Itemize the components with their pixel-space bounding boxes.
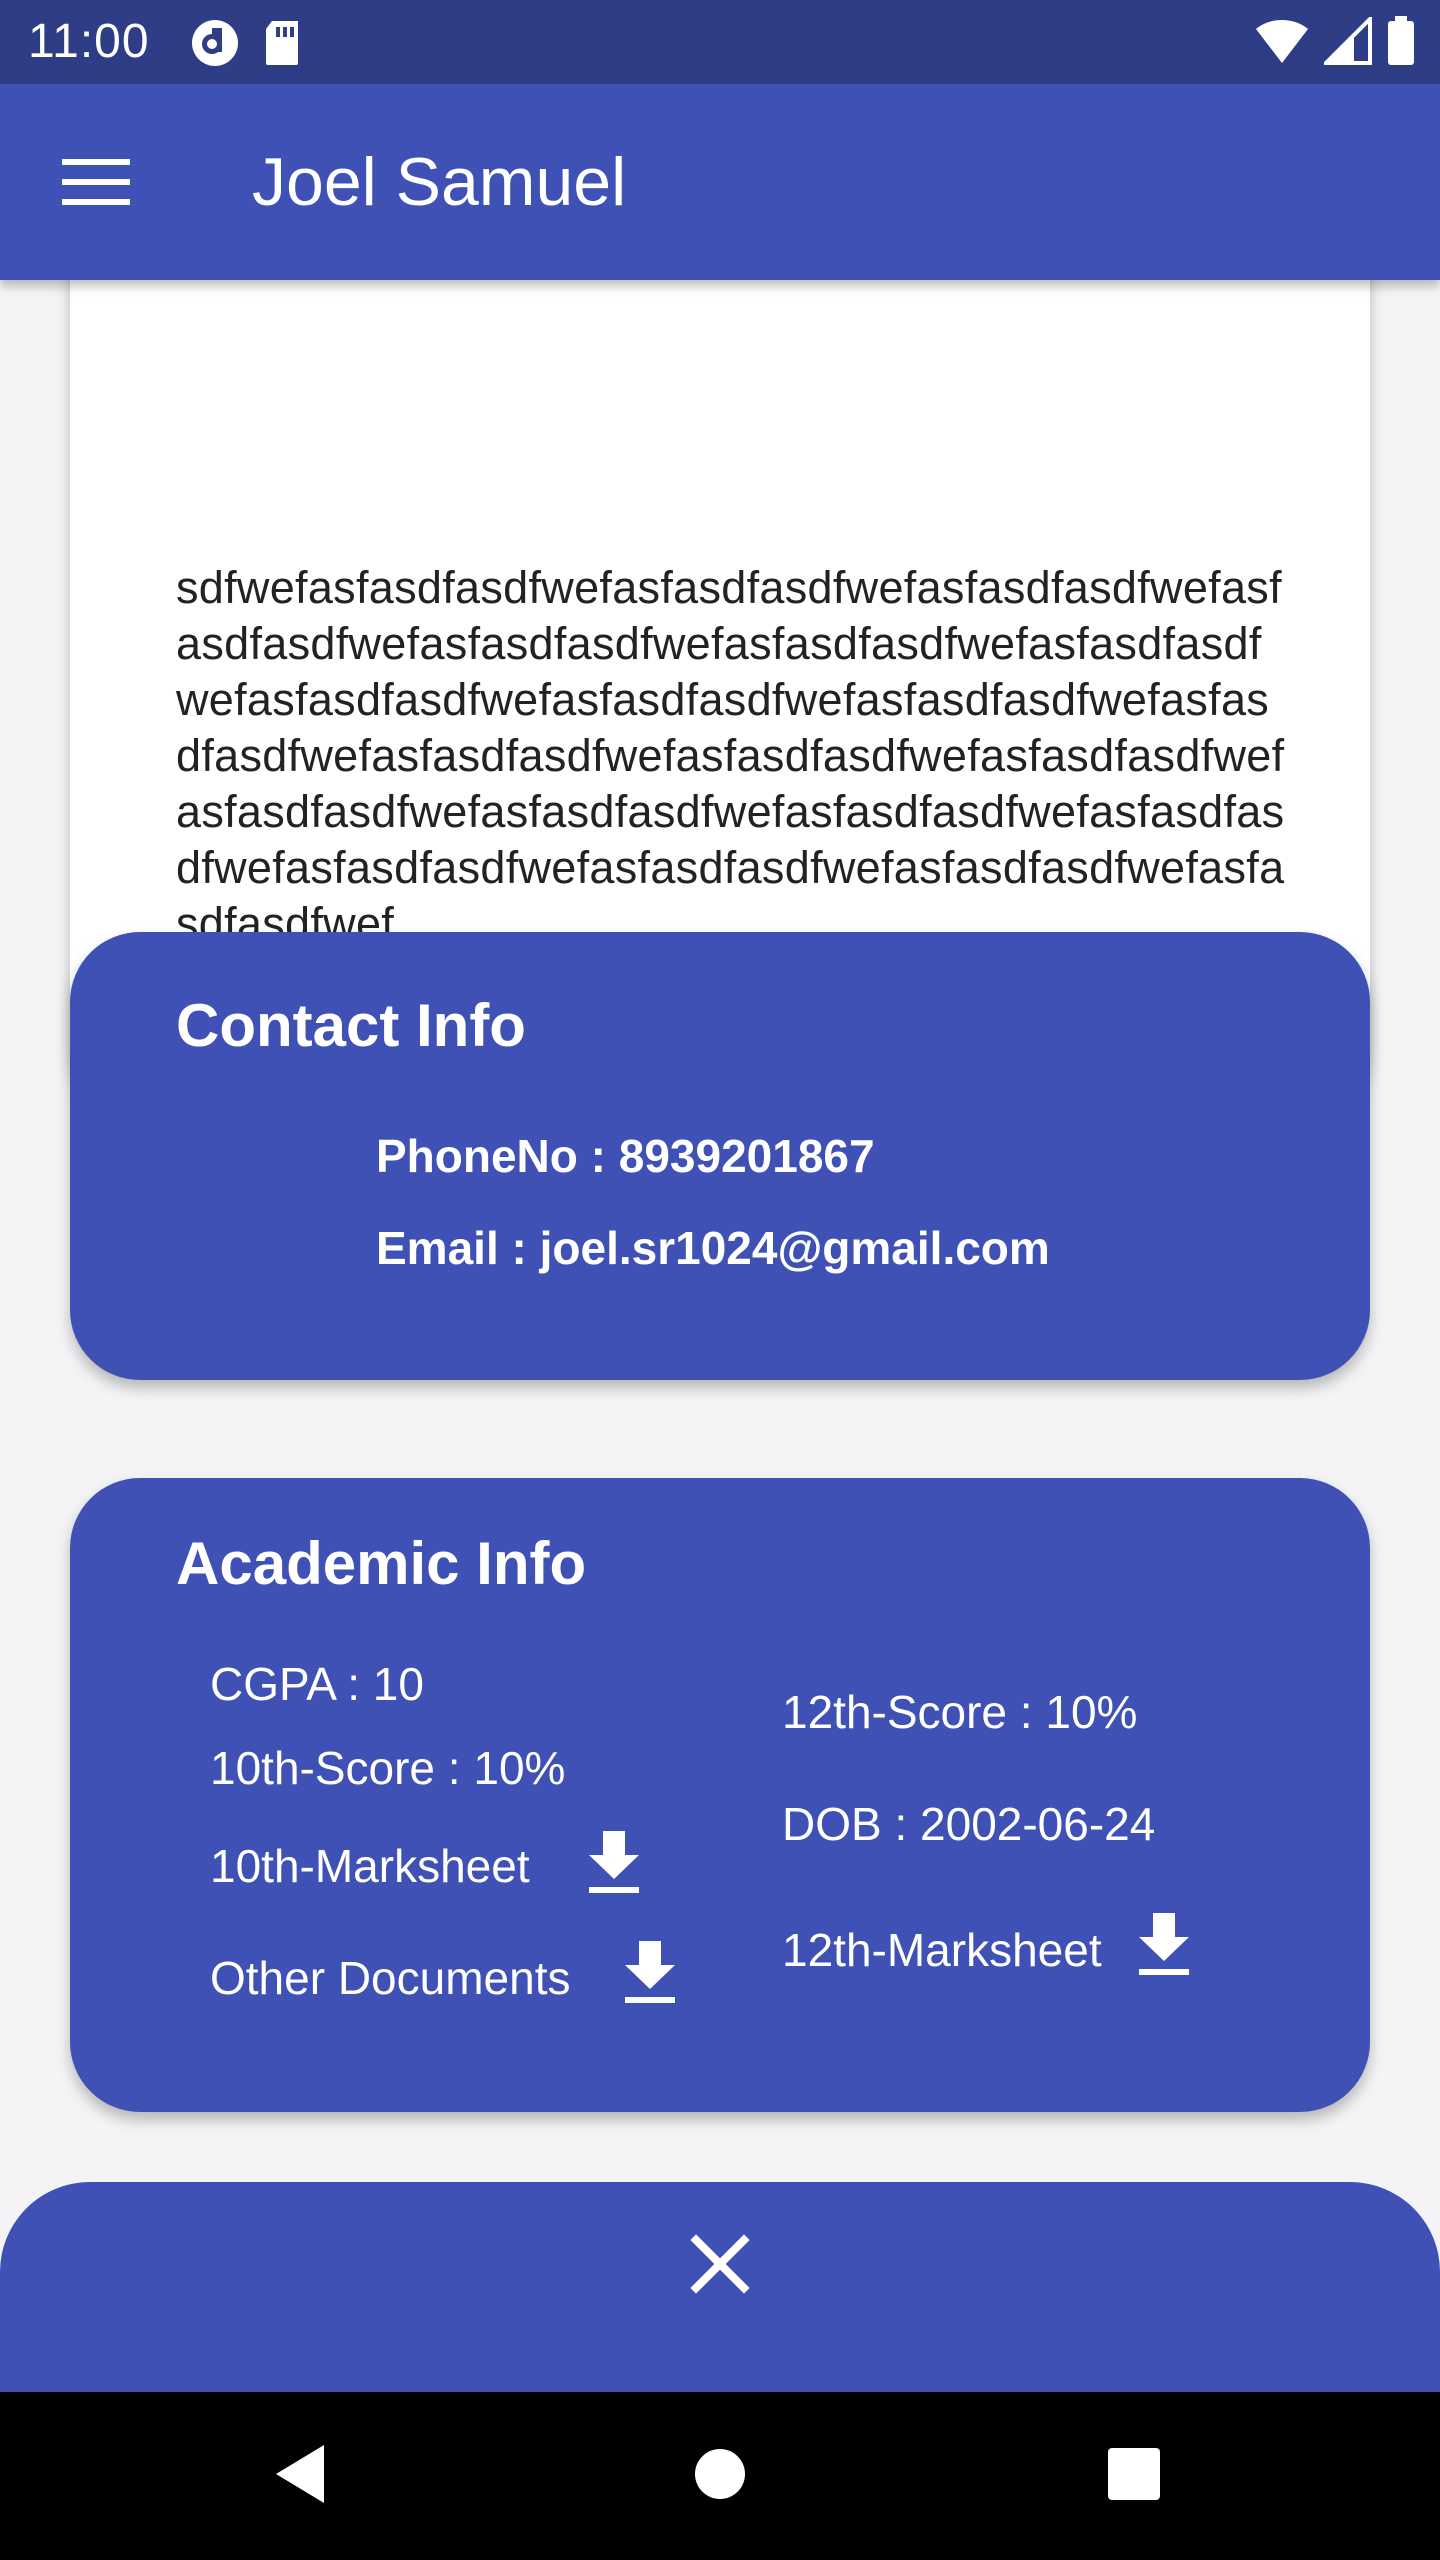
home-icon (693, 2447, 747, 2506)
signal-icon (1321, 14, 1372, 70)
back-button[interactable] (260, 2436, 340, 2516)
status-time: 11:00 (28, 15, 150, 68)
cgpa-value: CGPA : 10 (210, 1658, 424, 1710)
download-icon (623, 1940, 677, 2010)
download-other-documents-button[interactable] (618, 1940, 682, 2010)
marksheet-10th-label: 10th-Marksheet (210, 1840, 530, 1892)
close-button[interactable] (676, 2222, 764, 2310)
bottom-sheet (0, 2182, 1440, 2392)
app-bar: Joel Samuel (0, 84, 1440, 280)
home-button[interactable] (680, 2436, 760, 2516)
phone-number: PhoneNo : 8939201867 (376, 1130, 875, 1182)
about-text: sdfwefasfasdfasdfwefasfasdfasdfwefasfasd… (176, 562, 1285, 949)
status-left-icons (190, 18, 302, 73)
contact-info-card: Contact Info PhoneNo : 8939201867 Email … (70, 932, 1370, 1380)
download-12th-marksheet-button[interactable] (1132, 1912, 1196, 1982)
download-icon (1137, 1912, 1191, 1982)
academic-info-title: Academic Info (176, 1530, 587, 1597)
recents-icon (1107, 2447, 1161, 2506)
battery-icon (1386, 16, 1416, 71)
wifi-icon (1254, 17, 1310, 70)
back-icon (272, 2443, 328, 2510)
screen: 11:00 Joel Samuel sdfwefasfasdfasdfwefas… (0, 0, 1440, 2560)
hamburger-menu-icon (62, 157, 130, 212)
other-documents-label: Other Documents (210, 1952, 571, 2004)
profile-content[interactable]: sdfwefasfasdfasdfwefasfasdfasdfwefasfasd… (0, 280, 1440, 2180)
sd-card-icon (262, 19, 302, 72)
navigation-bar (0, 2392, 1440, 2560)
recents-button[interactable] (1094, 2436, 1174, 2516)
contact-info-title: Contact Info (176, 992, 526, 1059)
pocket-casts-icon (190, 18, 240, 73)
status-bar: 11:00 (0, 0, 1440, 84)
score-10th: 10th-Score : 10% (210, 1742, 566, 1794)
marksheet-12th-label: 12th-Marksheet (782, 1924, 1102, 1976)
date-of-birth: DOB : 2002-06-24 (782, 1798, 1156, 1850)
menu-button[interactable] (56, 144, 136, 224)
close-icon (690, 2233, 750, 2299)
score-12th: 12th-Score : 10% (782, 1686, 1138, 1738)
download-icon (587, 1830, 641, 1900)
status-right-icons (1254, 14, 1416, 71)
email-address: Email : joel.sr1024@gmail.com (376, 1222, 1050, 1274)
academic-info-card: Academic Info CGPA : 10 10th-Score : 10%… (70, 1478, 1370, 2112)
download-10th-marksheet-button[interactable] (582, 1830, 646, 1900)
page-title: Joel Samuel (252, 144, 627, 220)
